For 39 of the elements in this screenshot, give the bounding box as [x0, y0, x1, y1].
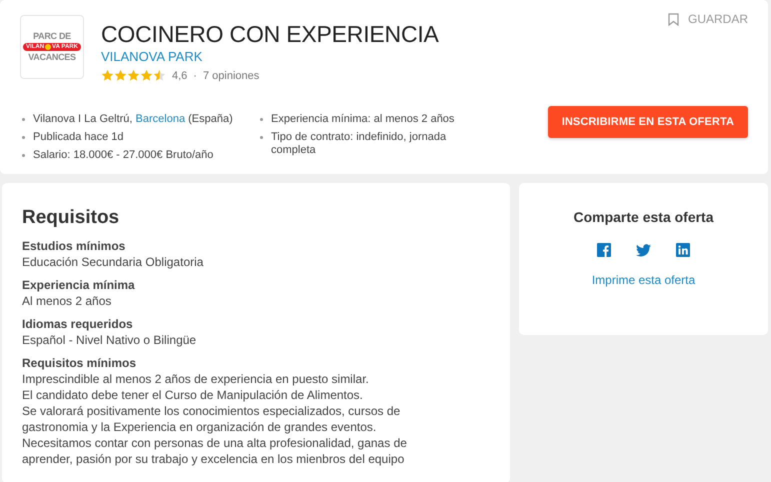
requirement-text: El candidato debe tener el Curso de Manipulación de Alimentos. [22, 387, 364, 403]
company-link[interactable]: VILANOVA PARK [101, 49, 202, 65]
job-detail: Publicada hace 1d [20, 131, 258, 144]
job-title: COCINERO CON EXPERIENCIA [101, 20, 440, 48]
requirement-label: Idiomas requeridos [22, 316, 134, 332]
requirement-label: Estudios mínimos [22, 238, 126, 254]
requirement-text: Al menos 2 años [22, 293, 112, 309]
logo-text: VACANCES [28, 52, 76, 63]
requirement-text: Educación Secundaria Obligatoria [22, 254, 204, 270]
logo-text: PARC DE [33, 31, 71, 42]
star-icon [127, 69, 140, 82]
facebook-icon[interactable] [597, 243, 611, 257]
bookmark-icon [668, 12, 679, 26]
apply-button[interactable]: INSCRIBIRME EN ESTA OFERTA [548, 106, 748, 138]
job-detail: Vilanova I La Geltrú, Barcelona (España) [20, 113, 258, 126]
requirement-text: Imprescindible al menos 2 años de experiencia en puesto similar. [22, 371, 370, 387]
star-icon [101, 69, 114, 82]
sun-icon [45, 44, 52, 50]
job-detail: Experiencia mínima: al menos 2 años [258, 113, 468, 126]
separator-dot: · [193, 70, 197, 82]
requirement-label: Experiencia mínima [22, 277, 136, 293]
star-icon [140, 69, 153, 82]
print-link[interactable]: Imprime esta oferta [592, 273, 696, 287]
requirement-text: Español - Nivel Nativo o Bilingüe [22, 332, 198, 348]
share-title: Comparte esta oferta [573, 209, 714, 225]
reviews-link[interactable]: 7 opiniones [202, 70, 260, 82]
star-icon [153, 69, 166, 82]
job-detail: Tipo de contrato: indefinido, jornada completa [258, 131, 468, 157]
requirement-label: Requisitos mínimos [22, 355, 138, 371]
job-detail: Salario: 18.000€ - 27.000€ Bruto/año [20, 149, 258, 162]
rating-value: 4,6 [172, 70, 188, 82]
linkedin-icon[interactable] [676, 243, 690, 257]
requirement-text: Necesitamos contar con personas de una alta profesionalidad, ganas de aprender, pasión por su trabajo y excelencia en los mienbros del equipo [22, 435, 408, 467]
location-link[interactable]: Barcelona [136, 113, 186, 125]
star-icon [114, 69, 127, 82]
section-title: Requisitos [22, 207, 120, 229]
twitter-icon[interactable] [636, 244, 651, 256]
requirement-text: Se valorará positivamente los conocimientos especializados, cursos de gastronomia y la Experiencia en organización de grandes eventos. [22, 403, 402, 435]
save-button[interactable]: GUARDAR [668, 12, 748, 26]
